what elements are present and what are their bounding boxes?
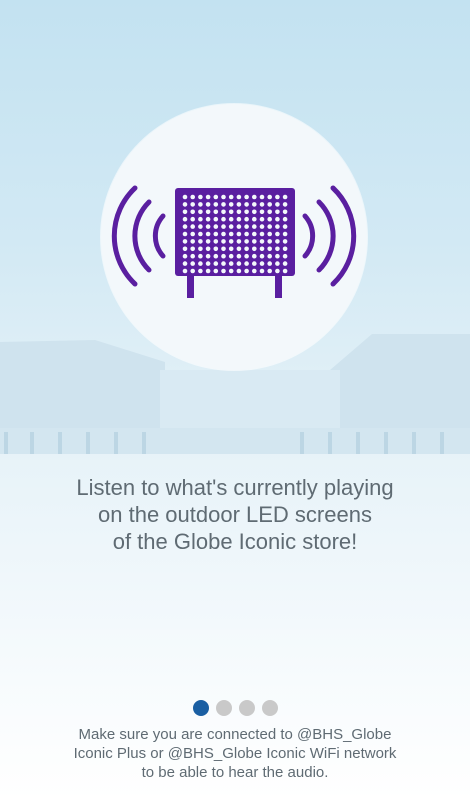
headline: Listen to what's currently playing on th… (20, 474, 450, 555)
page-dot-4[interactable] (261, 700, 278, 716)
hint-line: Make sure you are connected to @BHS_Glob… (78, 726, 392, 743)
hint-line: to be able to hear the audio. (141, 764, 329, 781)
page-dot-2[interactable] (215, 700, 232, 716)
hint-line: Iconic Plus or @BHS_Globe Iconic WiFi ne… (73, 745, 397, 762)
page-dot-3[interactable] (238, 700, 255, 716)
page-dot-1[interactable] (192, 700, 209, 716)
headline-line: on the outdoor LED screens (98, 502, 372, 527)
page-indicator[interactable] (0, 700, 470, 716)
hero-circle (101, 104, 367, 370)
led-screen-sound-icon (111, 185, 357, 298)
connection-hint: Make sure you are connected to @BHS_Glob… (30, 725, 440, 782)
headline-line: Listen to what's currently playing (76, 475, 394, 500)
headline-line: of the Globe Iconic store! (112, 529, 358, 554)
